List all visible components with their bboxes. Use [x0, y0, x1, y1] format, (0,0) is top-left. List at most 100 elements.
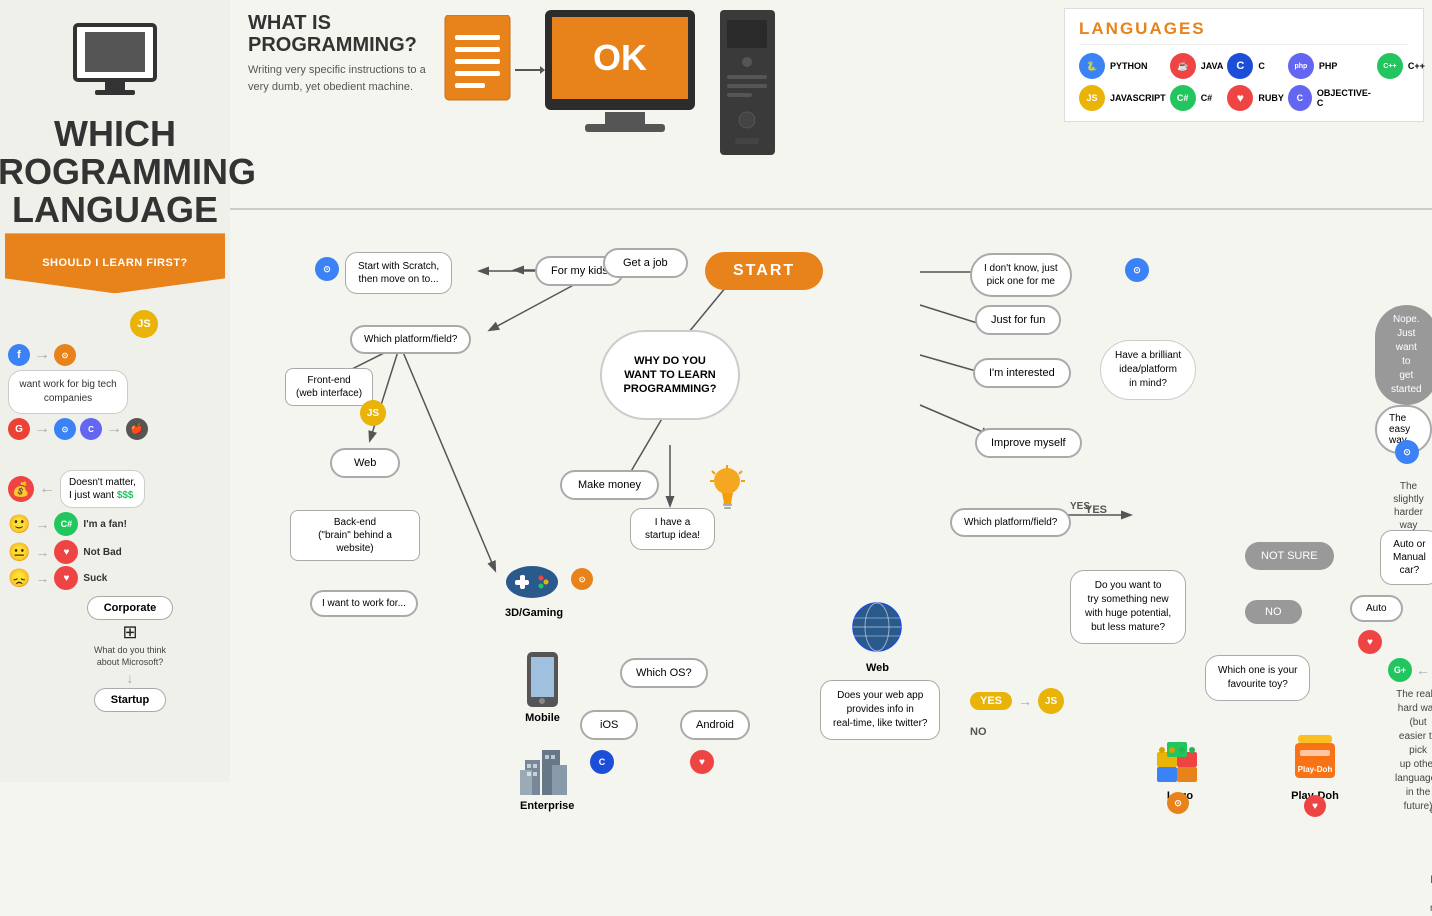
mobile-node: Mobile — [525, 652, 560, 724]
js-lang: JS JAVASCRIPT — [1079, 85, 1166, 111]
php-lang: php PHP — [1288, 53, 1373, 79]
scratch-icon: ⊙ — [315, 257, 339, 281]
playdoh-icon: Play-Doh — [1290, 730, 1340, 785]
objc-icon: C — [1288, 85, 1312, 111]
what-is-desc: Writing very specific instructions to a … — [248, 62, 448, 95]
google-row: G → ⊙ C → 🍎 — [8, 418, 222, 440]
corp-startup-col: Corporate ⊞ What do you thinkabout Micro… — [38, 596, 222, 712]
python-label: PYTHON — [1110, 61, 1148, 71]
svg-text:OK: OK — [593, 37, 647, 78]
languages-grid: 🐍 PYTHON ☕ JAVA C C php PHP C++ C++ JS J… — [1079, 53, 1409, 111]
enterprise-node: Enterprise — [520, 740, 574, 812]
document-icon — [440, 15, 520, 115]
lego-node: Lego ⊙ — [1155, 740, 1205, 802]
ruby-icon-lang: ♥ — [1227, 85, 1253, 111]
favourite-toy-node: Which one is yourfavourite toy? — [1205, 655, 1310, 701]
big-tech-work-row: I want to work for... want work for big … — [8, 370, 222, 414]
arrow-right3: → — [106, 420, 122, 438]
cpp-lang: C++ C++ — [1377, 53, 1425, 79]
gplus-icon: G+ — [1388, 658, 1412, 682]
really-hard-node: The really hard way(but easier to pickup… — [1395, 688, 1432, 814]
easy-way-icon: ⊙ — [1395, 440, 1419, 464]
arrow-fan: → — [35, 516, 49, 532]
js-icon2: JS — [360, 400, 386, 426]
does-web-app-label: Does your web appprovides info inreal-ti… — [820, 680, 940, 740]
doesnt-matter-row: 💰 ← Doesn't matter,I just want $$$ — [8, 470, 222, 508]
corporate-node: Corporate — [87, 596, 174, 620]
what-is-section: WHAT ISPROGRAMMING? Writing very specifi… — [248, 12, 448, 95]
banner-title: WHICH PROGRAMMING LANGUAGE — [0, 115, 256, 228]
backend-node: Back-end("brain" behind a website) — [290, 510, 420, 561]
nope-node: Nope.Just want toget started — [1375, 305, 1432, 405]
get-a-job-node: Get a job — [603, 248, 688, 278]
ruby-icon: ♥ — [54, 540, 78, 564]
android-label: Android — [680, 710, 750, 740]
happy-face: 🙂 — [8, 514, 30, 535]
have-brilliant-label: Have a brilliantidea/platformin mind? — [1100, 340, 1196, 400]
csharp-label: C# — [1201, 93, 1213, 103]
c-label: C — [1258, 61, 1265, 71]
arrow-notbad: → — [35, 544, 49, 560]
just-for-fun-node: Just for fun — [975, 305, 1061, 335]
money-bag-icon: 💰 — [8, 476, 34, 502]
lightbulb-icon — [710, 465, 745, 515]
suck-row: 😞 → ♥ Suck — [8, 566, 222, 590]
web2-label: Web — [850, 662, 905, 674]
left-banner: WHICH PROGRAMMING LANGUAGE SHOULD I LEAR… — [0, 0, 230, 782]
android-icon: ♥ — [690, 750, 714, 774]
auto-lang-icon: ♥ — [1358, 630, 1382, 654]
which-platform2-label: Which platform/field? — [950, 508, 1071, 537]
improve-myself-label: Improve myself — [975, 428, 1082, 458]
what-microsoft-label: What do you thinkabout Microsoft? — [94, 645, 166, 668]
js-frontend-icon: JS — [360, 400, 386, 426]
arrow-doesnt: ← — [39, 480, 55, 498]
left-side-items: f → ⊙ I want to work for... want work fo… — [0, 340, 230, 712]
slightly-harder-node: The slightlyharder way — [1385, 480, 1432, 532]
objc-lang: C OBJECTIVE-C — [1288, 85, 1373, 111]
im-interested-node: I'm interested — [973, 358, 1071, 388]
big-tech-row: f → ⊙ — [8, 344, 222, 366]
ios-icon-node: C — [590, 750, 614, 774]
get-a-job-label: Get a job — [603, 248, 688, 278]
banner-subtitle-chevron: SHOULD I LEARN FIRST? — [5, 233, 225, 293]
svg-text:Play-Doh: Play-Doh — [1298, 765, 1333, 774]
no-text: NO — [970, 726, 987, 738]
js-icon-left: JS — [130, 310, 158, 338]
which-os-label: Which OS? — [620, 658, 708, 688]
which-platform2-node: Which platform/field? — [950, 508, 1071, 537]
easy-way-lang-icon: ⊙ — [1395, 440, 1419, 464]
facebook-icon: f — [8, 344, 30, 366]
gamepad-icon — [505, 560, 560, 600]
im-a-fan-label: I'm a fan! — [83, 519, 127, 530]
cpp-icon: C++ — [1377, 53, 1403, 79]
ruby-lang: ♥ RUBY — [1227, 85, 1284, 111]
swift-icon: C — [590, 750, 614, 774]
try-something-label: Do you want totry something newwith huge… — [1070, 570, 1186, 644]
dont-know-node: I don't know, justpick one for me — [970, 253, 1072, 297]
javascript-icon: JS — [130, 310, 158, 338]
php-icon: php — [1288, 53, 1314, 79]
java-label: JAVA — [1201, 61, 1224, 71]
dont-know-label: I don't know, justpick one for me — [970, 253, 1072, 297]
yes-label: YES — [1085, 500, 1107, 518]
arrow-gplus: ← — [1416, 662, 1430, 678]
web-label: Web — [330, 448, 400, 478]
yes2-label: YES — [970, 692, 1012, 710]
web-node: Web — [330, 448, 400, 478]
try-something-node: Do you want totry something newwith huge… — [1070, 570, 1186, 644]
favourite-toy-label: Which one is yourfavourite toy? — [1205, 655, 1310, 701]
ruby-label: RUBY — [1258, 93, 1284, 103]
objc-label: OBJECTIVE-C — [1317, 88, 1373, 108]
android-node: Android — [680, 710, 750, 740]
python-lang: 🐍 PYTHON — [1079, 53, 1166, 79]
js-label: JAVASCRIPT — [1110, 93, 1166, 103]
sad-face: 😞 — [8, 568, 30, 589]
playdoh-icons: ♥ — [1304, 795, 1326, 817]
im-a-fan-row: 🙂 → C# I'm a fan! — [8, 512, 222, 536]
want-work-bubble: I want to work for... want work for big … — [8, 370, 128, 414]
gplus-chrome-icon: G+ — [1388, 658, 1412, 682]
csharp-icon: C# — [1170, 85, 1196, 111]
web2-node: Web — [850, 600, 905, 674]
monitor-icon — [60, 20, 170, 105]
php-label: PHP — [1319, 61, 1338, 71]
